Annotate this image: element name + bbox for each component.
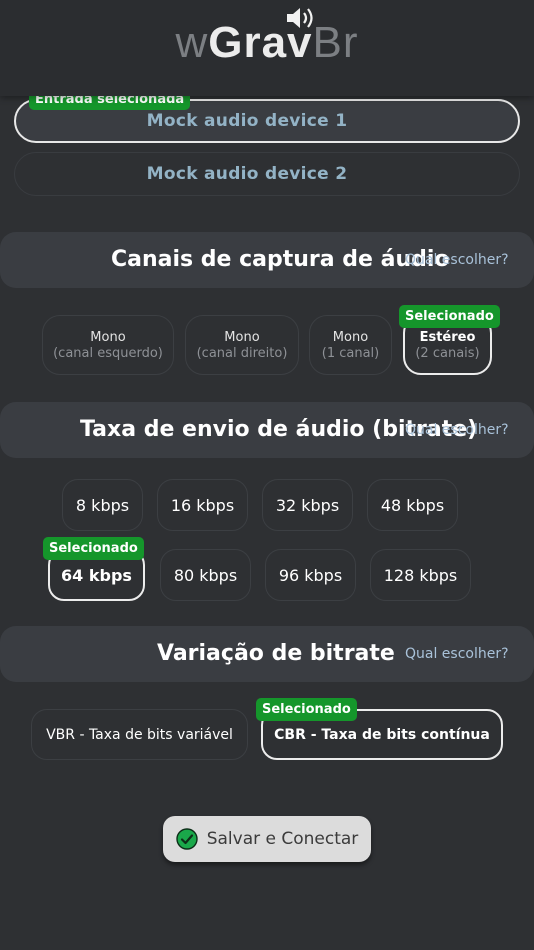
save-connect-label: Salvar e Conectar [206, 829, 359, 849]
bitrate-option-80[interactable]: 80 kbps [160, 549, 251, 601]
channel-option-mono-left[interactable]: Mono (canal esquerdo) [42, 315, 174, 375]
channel-option-detail: (2 canais) [415, 345, 480, 361]
bitrate-option-label: 32 kbps [275, 495, 340, 515]
channels-section-header: Canais de captura de áudio Qual escolher… [0, 232, 534, 288]
bitrate-option-16[interactable]: 16 kbps [157, 479, 248, 531]
channel-option-detail: (canal esquerdo) [53, 345, 163, 361]
bitrate-section-header: Taxa de envio de áudio (bitrate) Qual es… [0, 402, 534, 458]
device-option-label: Mock audio device 1 [146, 111, 348, 131]
variation-title: Variação de bitrate [157, 641, 395, 666]
bitrate-option-32[interactable]: 32 kbps [262, 479, 353, 531]
variation-option-label: CBR - Taxa de bits contínua [274, 726, 490, 743]
bitrate-option-128[interactable]: 128 kbps [370, 549, 471, 601]
channel-option-mono-right[interactable]: Mono (canal direito) [185, 315, 299, 375]
bitrate-option-label: 96 kbps [278, 565, 343, 585]
variation-option-label: VBR - Taxa de bits variável [46, 726, 233, 743]
bitrate-option-48[interactable]: 48 kbps [367, 479, 458, 531]
variation-section-header: Variação de bitrate Qual escolher? [0, 626, 534, 682]
bitrate-option-label: 8 kbps [75, 495, 130, 515]
channel-option-detail: (1 canal) [321, 345, 380, 361]
selected-badge: Selecionado [256, 698, 357, 721]
bitrate-option-label: 16 kbps [170, 495, 235, 515]
channel-option-name: Mono [90, 329, 126, 345]
channel-option-detail: (canal direito) [196, 345, 288, 361]
bitrate-help-link[interactable]: Qual escolher? [405, 402, 509, 458]
app-header: wGravBr [0, 0, 534, 96]
bitrate-option-96[interactable]: 96 kbps [265, 549, 356, 601]
device-option-label: Mock audio device 2 [146, 164, 348, 184]
selected-badge: Selecionado [43, 537, 144, 560]
channel-option-name: Mono [332, 329, 369, 345]
bitrate-option-label: 128 kbps [383, 565, 458, 585]
selected-badge: Selecionado [399, 305, 500, 328]
channels-title: Canais de captura de áudio [111, 247, 450, 272]
vbr-option[interactable]: VBR - Taxa de bits variável [31, 709, 248, 760]
app-logo: wGravBr [175, 18, 359, 67]
bitrate-option-label: 80 kbps [173, 565, 238, 585]
device-option-2[interactable]: Mock audio device 2 [14, 152, 520, 196]
channel-option-mono[interactable]: Mono (1 canal) [309, 315, 392, 375]
channel-option-name: Estéreo [419, 329, 476, 345]
bitrate-option-label: 48 kbps [380, 495, 445, 515]
variation-help-link[interactable]: Qual escolher? [405, 626, 509, 682]
bitrate-option-8[interactable]: 8 kbps [62, 479, 143, 531]
check-circle-icon [176, 828, 198, 850]
channels-help-link[interactable]: Qual escolher? [405, 232, 509, 288]
channel-option-name: Mono [224, 329, 260, 345]
save-connect-button[interactable]: Salvar e Conectar [163, 816, 371, 862]
bitrate-option-label: 64 kbps [61, 565, 132, 585]
